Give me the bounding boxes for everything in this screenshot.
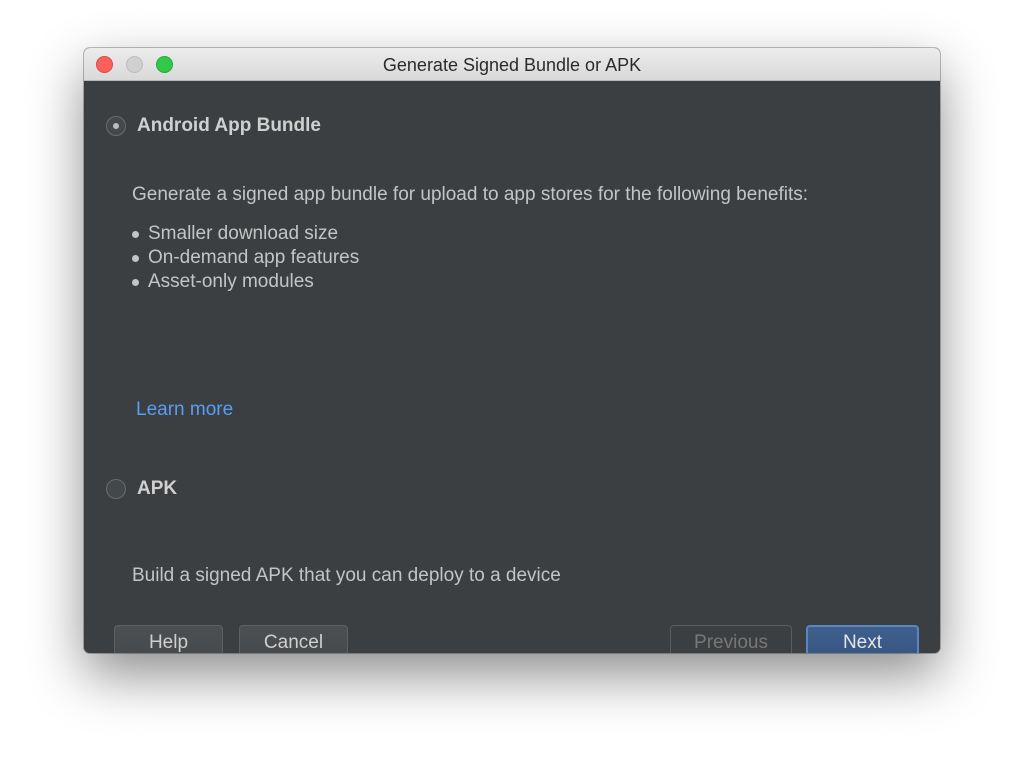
- bundle-radio-label[interactable]: Android App Bundle: [137, 115, 321, 137]
- cancel-button[interactable]: Cancel: [239, 625, 348, 653]
- apk-radio-label[interactable]: APK: [137, 478, 177, 500]
- apk-description: Build a signed APK that you can deploy t…: [132, 565, 561, 586]
- bullet-icon: [132, 255, 139, 262]
- next-button[interactable]: Next: [806, 625, 919, 653]
- benefits-list: Smaller download size On-demand app feat…: [132, 222, 359, 294]
- bundle-description: Generate a signed app bundle for upload …: [132, 184, 809, 205]
- dialog-content: Android App Bundle Generate a signed app…: [84, 81, 940, 653]
- benefit-text: On-demand app features: [148, 247, 360, 268]
- window-title: Generate Signed Bundle or APK: [382, 55, 642, 75]
- previous-button[interactable]: Previous: [670, 625, 792, 653]
- dialog-window: Generate Signed Bundle or APK Android Ap…: [84, 48, 940, 653]
- bullet-icon: [132, 231, 139, 238]
- title-bar: Generate Signed Bundle or APK: [84, 48, 940, 81]
- apk-radio[interactable]: [106, 479, 126, 499]
- radio-selected-dot: [113, 123, 119, 129]
- list-item: On-demand app features: [132, 246, 359, 270]
- benefit-text: Asset-only modules: [148, 271, 314, 292]
- benefit-text: Smaller download size: [148, 223, 339, 244]
- bullet-icon: [132, 279, 139, 286]
- help-button[interactable]: Help: [114, 625, 223, 653]
- list-item: Smaller download size: [132, 222, 359, 246]
- list-item: Asset-only modules: [132, 270, 359, 294]
- bundle-radio[interactable]: [106, 116, 126, 136]
- learn-more-link[interactable]: Learn more: [136, 399, 233, 421]
